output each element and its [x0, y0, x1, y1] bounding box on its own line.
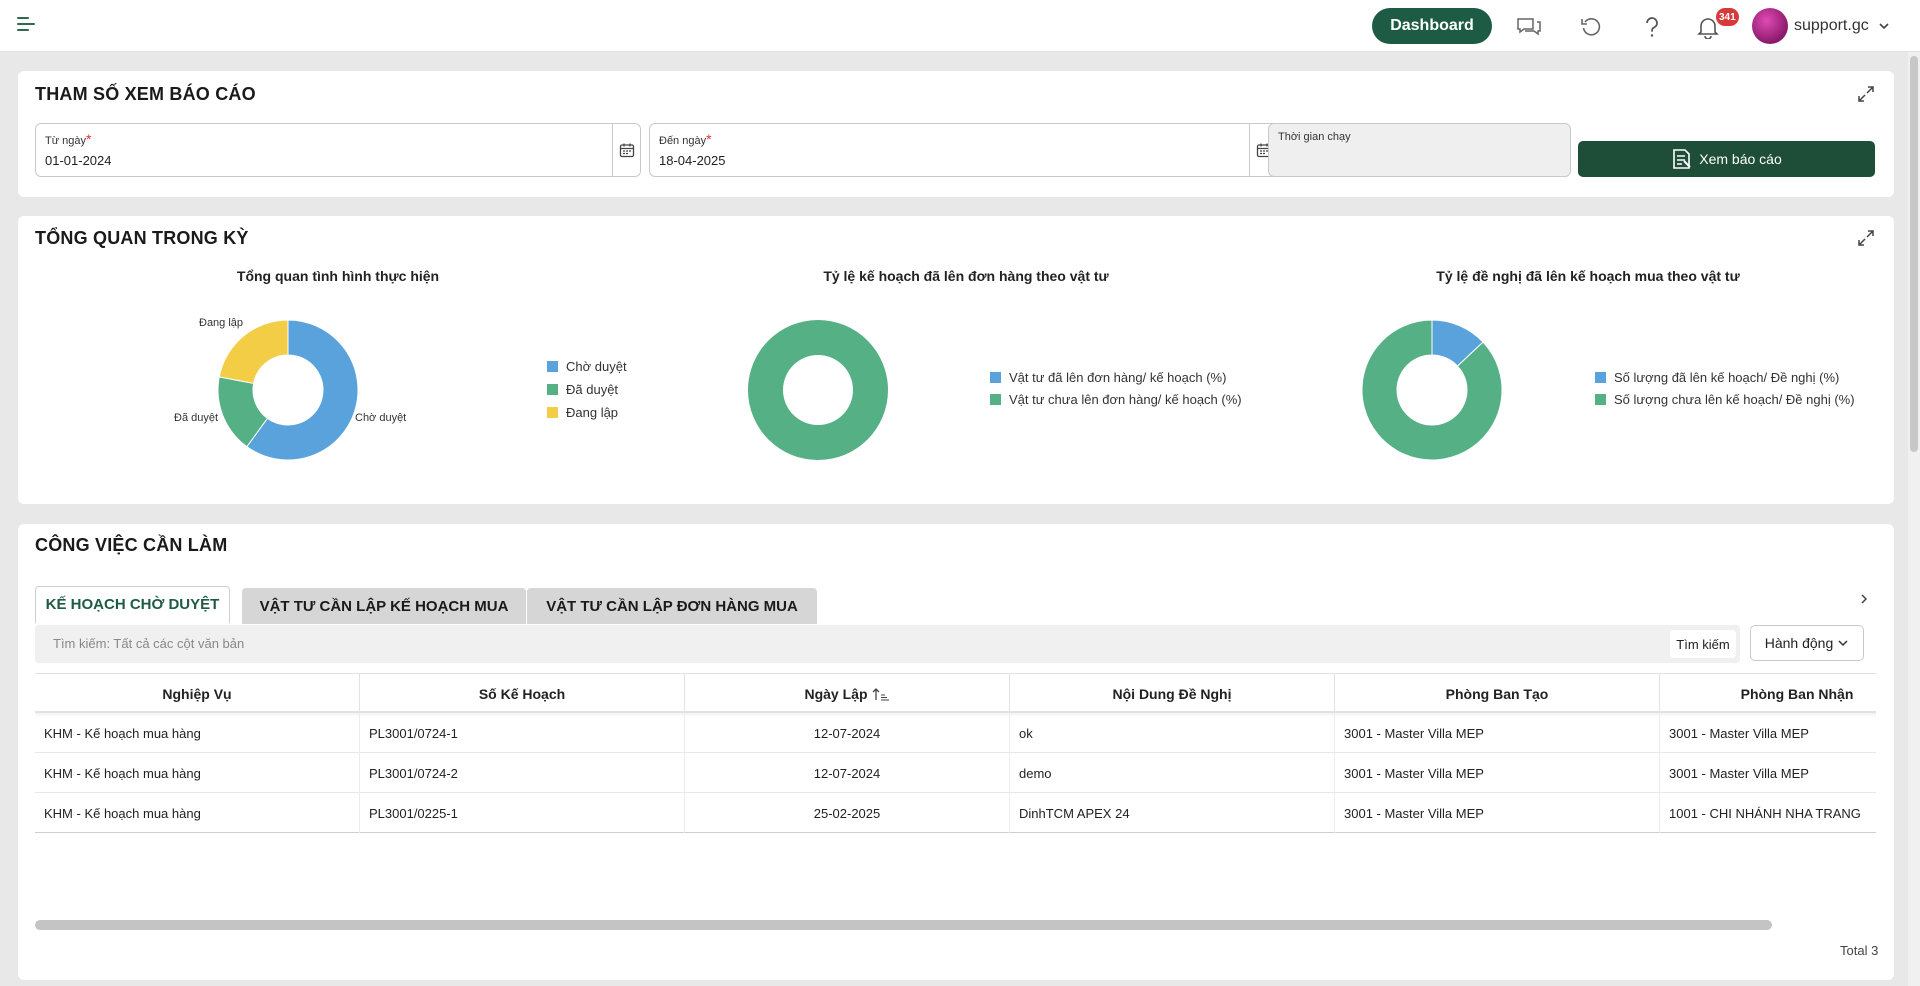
overview-card: TỔNG QUAN TRONG KỲ Tổng quan tình hình t… — [18, 216, 1894, 504]
menu-icon[interactable] — [17, 17, 37, 35]
chevron-down-icon — [1838, 640, 1848, 647]
top-bar: Dashboard 341 support.gc — [0, 0, 1920, 52]
tasks-card: CÔNG VIỆC CẦN LÀM KẾ HOẠCH CHỜ DUYỆT VẬT… — [18, 524, 1894, 980]
chevron-down-icon[interactable] — [1878, 19, 1890, 37]
legend-item[interactable]: Đang lập — [547, 405, 618, 420]
search-bar[interactable]: Tìm kiếm: Tất cả các cột văn bản — [35, 625, 1740, 663]
view-report-button[interactable]: Xem báo cáo — [1578, 141, 1875, 177]
user-name[interactable]: support.gc — [1794, 17, 1869, 35]
column-header[interactable]: Phòng Ban Tạo — [1335, 674, 1660, 714]
expand-icon[interactable] — [1857, 229, 1875, 247]
pie-slice-2[interactable] — [748, 319, 888, 461]
chat-icon[interactable] — [1515, 13, 1543, 41]
tab-pending-plans[interactable]: KẾ HOẠCH CHỜ DUYỆT — [35, 586, 230, 624]
cell: DinhTCM APEX 24 — [1010, 793, 1335, 833]
params-title: THAM SỐ XEM BÁO CÁO — [35, 84, 256, 104]
slice-label: Đang lập — [199, 317, 244, 329]
from-date-field[interactable]: Từ ngày* 01-01-2024 — [35, 123, 641, 177]
cell: KHM - Kế hoạch mua hàng — [35, 793, 360, 833]
legend-item[interactable]: Chờ duyệt — [547, 359, 627, 374]
search-button[interactable]: Tìm kiếm — [1670, 630, 1736, 658]
slice-label: Chờ duyệt — [355, 412, 407, 424]
cell: 3001 - Master Villa MEP — [1335, 793, 1660, 833]
cell: KHM - Kế hoạch mua hàng — [35, 753, 360, 793]
overview-title: TỔNG QUAN TRONG KỲ — [35, 228, 249, 248]
cell: 3001 - Master Villa MEP — [1660, 713, 1876, 753]
cell: PL3001/0225-1 — [360, 793, 685, 833]
calendar-icon[interactable] — [612, 124, 640, 176]
column-header[interactable]: Nghiệp Vụ — [35, 674, 360, 714]
tasks-title: CÔNG VIỆC CẦN LÀM — [35, 535, 228, 555]
column-header-sorted[interactable]: Ngày Lập — [685, 674, 1010, 714]
chart-3-title: Tỷ lệ đề nghị đã lên kế hoạch mua theo v… — [1436, 268, 1740, 284]
legend-item[interactable]: Số lượng đã lên kế hoạch/ Đề nghị (%) — [1595, 370, 1839, 385]
search-input[interactable]: Tìm kiếm: Tất cả các cột văn bản — [53, 636, 244, 651]
donut-chart-2 — [748, 319, 888, 461]
cell: PL3001/0724-1 — [360, 713, 685, 753]
chart-2-title: Tỷ lệ kế hoạch đã lên đơn hàng theo vật … — [823, 268, 1109, 284]
chevron-right-icon[interactable] — [1858, 592, 1870, 610]
notification-badge: 341 — [1716, 8, 1739, 26]
cell: PL3001/0724-2 — [360, 753, 685, 793]
legend-item[interactable]: Vật tư đã lên đơn hàng/ kế hoạch (%) — [990, 370, 1226, 385]
cell: 12-07-2024 — [685, 713, 1010, 753]
cell: 25-02-2025 — [685, 793, 1010, 833]
cell: 12-07-2024 — [685, 753, 1010, 793]
pie-slice-3[interactable] — [218, 319, 289, 385]
column-header[interactable]: Phòng Ban Nhận — [1660, 674, 1876, 714]
refresh-icon[interactable] — [1577, 13, 1605, 41]
horizontal-scrollbar[interactable] — [35, 920, 1772, 930]
cell: demo — [1010, 753, 1335, 793]
donut-chart-1 — [217, 319, 359, 461]
grid-header: Nghiệp Vụ Số Kế Hoạch Ngày Lập Nội Dung … — [35, 673, 1876, 714]
column-header[interactable]: Số Kế Hoạch — [360, 674, 685, 714]
legend-item[interactable]: Đã duyệt — [547, 382, 618, 397]
cell: ok — [1010, 713, 1335, 753]
column-header[interactable]: Nội Dung Đề Nghị — [1010, 674, 1335, 714]
actions-dropdown[interactable]: Hành động — [1750, 625, 1864, 661]
table-row[interactable]: KHM - Kế hoạch mua hàng PL3001/0724-1 12… — [35, 713, 1876, 753]
to-date-field[interactable]: Đến ngày* 18-04-2025 — [649, 123, 1278, 177]
cell: 3001 - Master Villa MEP — [1335, 713, 1660, 753]
sort-ascending-icon — [872, 688, 889, 701]
report-params-card: THAM SỐ XEM BÁO CÁO Từ ngày* 01-01-2024 … — [18, 71, 1894, 197]
data-grid: Nghiệp Vụ Số Kế Hoạch Ngày Lập Nội Dung … — [35, 673, 1876, 833]
dashboard-button[interactable]: Dashboard — [1372, 8, 1492, 44]
table-row[interactable]: KHM - Kế hoạch mua hàng PL3001/0724-2 12… — [35, 753, 1876, 793]
table-row[interactable]: KHM - Kế hoạch mua hàng PL3001/0225-1 25… — [35, 793, 1876, 833]
total-count: Total 3 — [1840, 943, 1879, 958]
from-date-input[interactable]: 01-01-2024 — [45, 153, 112, 168]
cell: 1001 - CHI NHÁNH NHA TRANG — [1660, 793, 1876, 833]
slice-label: Đã duyệt — [174, 412, 219, 424]
chart-1-title: Tổng quan tình hình thực hiện — [236, 268, 440, 284]
legend-item[interactable]: Số lượng chưa lên kế hoạch/ Đề nghị (%) — [1595, 392, 1855, 407]
expand-icon[interactable] — [1857, 85, 1875, 103]
tab-materials-need-order[interactable]: VẬT TƯ CẦN LẬP ĐƠN HÀNG MUA — [527, 588, 817, 624]
legend-item[interactable]: Vật tư chưa lên đơn hàng/ kế hoạch (%) — [990, 392, 1242, 407]
donut-chart-3 — [1361, 319, 1503, 461]
runtime-field: Thời gian chạy — [1268, 123, 1571, 177]
avatar[interactable] — [1752, 8, 1788, 44]
report-icon — [1673, 149, 1691, 169]
cell: 3001 - Master Villa MEP — [1335, 753, 1660, 793]
cell: 3001 - Master Villa MEP — [1660, 753, 1876, 793]
help-icon[interactable] — [1638, 13, 1666, 41]
vertical-scrollbar[interactable] — [1908, 52, 1920, 986]
cell: KHM - Kế hoạch mua hàng — [35, 713, 360, 753]
tab-materials-need-plan[interactable]: VẬT TƯ CẦN LẬP KẾ HOẠCH MUA — [242, 588, 526, 624]
to-date-input[interactable]: 18-04-2025 — [659, 153, 726, 168]
